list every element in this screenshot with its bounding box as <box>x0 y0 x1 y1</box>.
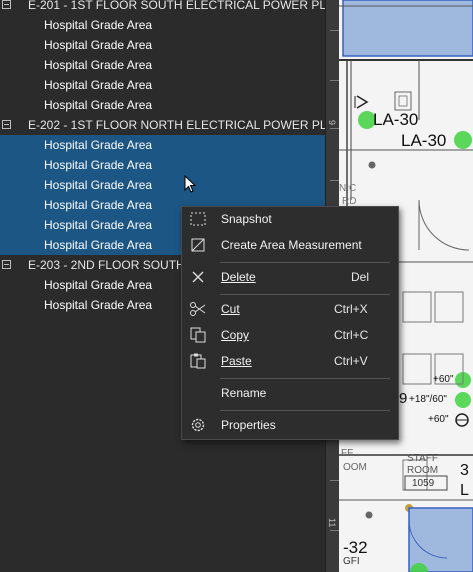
drawing-label: STAFF <box>407 453 438 464</box>
menu-shortcut: Ctrl+V <box>334 354 368 368</box>
drawing-label: +60" <box>433 374 454 385</box>
tree-group-title: E-203 - 2ND FLOOR SOUTH E <box>28 258 197 272</box>
tree-group-e201[interactable]: E-201 - 1ST FLOOR SOUTH ELECTRICAL POWER… <box>0 0 325 15</box>
menu-label-text: Paste <box>221 354 252 368</box>
tree-item-label: Hospital Grade Area <box>44 158 153 172</box>
menu-label-text: Cut <box>221 302 240 316</box>
collapse-icon[interactable] <box>2 260 11 269</box>
tree-item-label: Hospital Grade Area <box>44 218 153 232</box>
drawing-label: GFI <box>343 556 360 567</box>
menu-label: Cut <box>221 297 240 321</box>
tree-item[interactable]: Hospital Grade Area <box>0 15 325 35</box>
tree-item-label: Hospital Grade Area <box>44 178 153 192</box>
area-measurement-icon <box>191 238 205 252</box>
collapse-icon[interactable] <box>2 0 11 9</box>
menu-item-create-area[interactable]: Create Area Measurement <box>182 233 398 257</box>
tree-item-label: Hospital Grade Area <box>44 18 153 32</box>
tree-item-label: Hospital Grade Area <box>44 78 153 92</box>
copy-icon <box>190 327 206 343</box>
menu-shortcut: Ctrl+C <box>334 328 369 342</box>
gear-icon <box>191 418 205 432</box>
menu-item-delete[interactable]: Delete Del <box>182 265 398 289</box>
menu-item-snapshot[interactable]: Snapshot <box>182 207 398 231</box>
tree-item-label: Hospital Grade Area <box>44 98 153 112</box>
menu-separator <box>220 410 390 411</box>
tree-item-label: Hospital Grade Area <box>44 278 153 292</box>
drawing-label: L <box>460 482 469 499</box>
menu-label: Snapshot <box>221 212 272 226</box>
scissors-icon <box>190 302 206 316</box>
collapse-icon[interactable] <box>2 120 11 129</box>
drawing-label: LA-30 <box>373 110 419 129</box>
drawing-label: 3 <box>460 462 469 479</box>
menu-label: Copy <box>221 323 249 347</box>
menu-shortcut: Ctrl+X <box>334 302 368 316</box>
menu-shortcut: Del <box>351 270 370 284</box>
menu-label: Properties <box>221 418 276 432</box>
tree-item-selected[interactable]: Hospital Grade Area <box>0 175 325 195</box>
drawing-label: NIC <box>339 183 357 194</box>
tree-item-label: Hospital Grade Area <box>44 138 153 152</box>
drawing-label: FF <box>341 448 354 459</box>
drawing-label: 9 <box>399 390 408 407</box>
menu-label-text: Delete <box>221 270 256 284</box>
tree-item[interactable]: Hospital Grade Area <box>0 75 325 95</box>
tree-item-label: Hospital Grade Area <box>44 238 153 252</box>
tree-group-e202[interactable]: E-202 - 1ST FLOOR NORTH ELECTRICAL POWER… <box>0 115 325 135</box>
menu-separator <box>220 262 390 263</box>
menu-item-properties[interactable]: Properties <box>182 413 398 437</box>
drawing-label: 1059 <box>412 478 435 489</box>
menu-separator <box>220 378 390 379</box>
ruler-label: 9 <box>327 120 337 126</box>
tree-group-title: E-201 - 1ST FLOOR SOUTH ELECTRICAL POWER… <box>28 0 325 12</box>
delete-icon <box>192 271 204 283</box>
tree-item[interactable]: Hospital Grade Area <box>0 55 325 75</box>
menu-item-copy[interactable]: Copy Ctrl+C <box>182 323 398 347</box>
paste-icon <box>190 353 206 369</box>
mouse-cursor-icon <box>184 175 197 193</box>
ruler-label: 11 <box>327 518 337 528</box>
tree-group-title: E-202 - 1ST FLOOR NORTH ELECTRICAL POWER… <box>28 118 325 132</box>
drawing-label: ROOM <box>407 465 439 476</box>
menu-item-cut[interactable]: Cut Ctrl+X <box>182 297 398 321</box>
menu-label: Paste <box>221 349 252 373</box>
menu-item-rename[interactable]: Rename <box>182 381 398 405</box>
tree-item-selected[interactable]: Hospital Grade Area <box>0 135 325 155</box>
menu-label: Rename <box>221 386 267 400</box>
menu-label: Delete <box>221 265 256 289</box>
menu-separator <box>220 294 390 295</box>
drawing-label: +60" <box>428 414 449 425</box>
tree-item-label: Hospital Grade Area <box>44 58 153 72</box>
drawing-label: +18"/60" <box>409 394 447 405</box>
tree-item-label: Hospital Grade Area <box>44 38 153 52</box>
menu-label: Create Area Measurement <box>221 238 362 252</box>
tree-item-selected[interactable]: Hospital Grade Area <box>0 155 325 175</box>
drawing-label: LA-30 <box>401 131 447 150</box>
menu-label-text: Copy <box>221 328 250 342</box>
context-menu: Snapshot Create Area Measurement Delete … <box>181 206 399 440</box>
drawing-label: OOM <box>343 462 367 473</box>
menu-item-paste[interactable]: Paste Ctrl+V <box>182 349 398 373</box>
tree-item[interactable]: Hospital Grade Area <box>0 35 325 55</box>
drawing-label: -32 <box>343 538 368 557</box>
snapshot-icon <box>190 212 206 226</box>
tree-item[interactable]: Hospital Grade Area <box>0 95 325 115</box>
tree-item-label: Hospital Grade Area <box>44 198 153 212</box>
tree-item-label: Hospital Grade Area <box>44 298 153 312</box>
